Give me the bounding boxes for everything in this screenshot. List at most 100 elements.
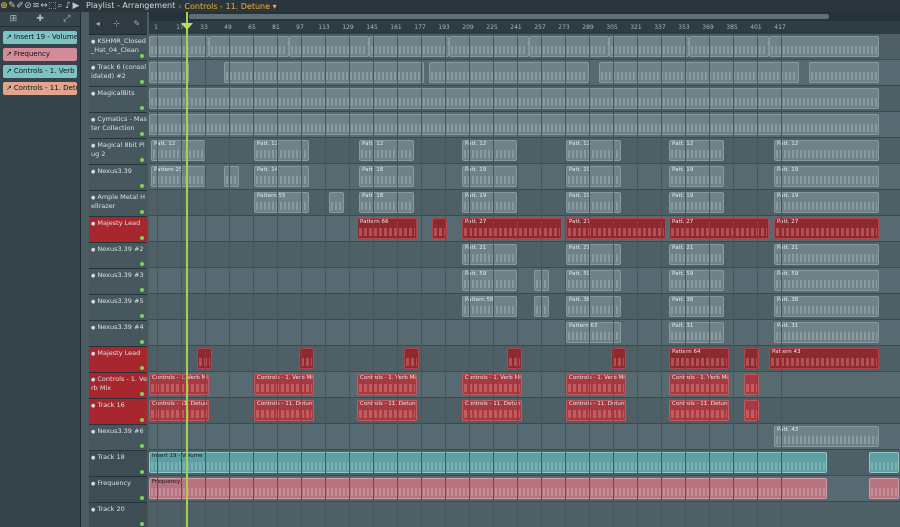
track-lane[interactable] xyxy=(149,86,900,112)
add-icon[interactable]: ✚ xyxy=(36,14,44,24)
playlist-clip[interactable]: Patt. 21 xyxy=(774,244,879,265)
playlist-clip[interactable] xyxy=(149,114,879,135)
playlist-clip[interactable]: Controls - 11. Detune xyxy=(566,400,626,421)
playlist-clip[interactable]: Patt. 12 xyxy=(359,140,414,161)
playlist-clip[interactable]: Controls - 1. Verb Mix xyxy=(254,374,314,395)
track-lane[interactable]: Pattern 66 Patt. 27 Patt. 27 Patt. 27 Patt. … xyxy=(149,216,900,242)
track-header[interactable]: Majesty Lead xyxy=(89,347,147,373)
clip-source-item[interactable]: ↗Controls - 1. Verb Mix xyxy=(3,65,77,78)
playlist-clip[interactable]: Patt. 21 xyxy=(669,244,724,265)
track-active-led[interactable] xyxy=(140,470,144,474)
track-header[interactable]: Nexus3.39 #4 xyxy=(89,321,147,347)
track-header[interactable]: Ample Metal Hellrazer xyxy=(89,191,147,217)
playlist-clip[interactable]: Patt. 31 xyxy=(774,322,879,343)
track-lane[interactable]: Patt. 59 Patt. 59 Patt. 59 Patt. 59 xyxy=(149,268,900,294)
playlist-clip[interactable]: Controls - 1. Verb Mix xyxy=(462,374,522,395)
track-header[interactable]: Nexus3.39 xyxy=(89,165,147,191)
playlist-clip[interactable]: Controls - 11. Detune xyxy=(357,400,417,421)
playlist-clip[interactable]: Controls - 11. Detune xyxy=(254,400,314,421)
track-lane[interactable]: Controls - 11. Detune Controls - 11. Detu… xyxy=(149,398,900,424)
playlist-clip[interactable]: Frequency xyxy=(149,478,827,499)
playlist-clip[interactable]: Patt. 38 xyxy=(774,296,879,317)
playlist-clip[interactable] xyxy=(149,36,209,57)
playlist-clip[interactable]: Patt. 59 xyxy=(774,270,879,291)
track-lane[interactable]: Pattern 25 Patt. 14 Patt. 18 Patt. 19 Patt. … xyxy=(149,164,900,190)
track-lane[interactable]: Frequency xyxy=(149,476,900,502)
track-active-led[interactable] xyxy=(140,132,144,136)
track-header[interactable]: Track 20 xyxy=(89,503,147,527)
playlist-clip[interactable]: Patt. 59 xyxy=(669,270,724,291)
track-header[interactable]: KSHMR_Closed_Hat_04_Clean xyxy=(89,35,147,61)
playlist-clip[interactable]: Patt. 27 xyxy=(774,218,879,239)
clip-source-item[interactable]: ↗Controls - 11. Detune xyxy=(3,82,77,95)
pencil-icon[interactable]: ✎ xyxy=(8,0,16,12)
playlist-clip[interactable]: Patt. 21 xyxy=(462,244,517,265)
track-header[interactable]: Frequency xyxy=(89,477,147,503)
track-active-led[interactable] xyxy=(140,522,144,526)
playlist-clip[interactable] xyxy=(224,62,424,83)
track-lane[interactable]: Pattern 63 Patt. 31 Patt. 31 xyxy=(149,320,900,346)
track-lane[interactable] xyxy=(149,60,900,86)
track-active-led[interactable] xyxy=(140,314,144,318)
track-active-led[interactable] xyxy=(140,158,144,162)
track-header[interactable]: Track 18 xyxy=(89,451,147,477)
playlist-clip[interactable] xyxy=(224,166,239,187)
playlist-clip[interactable]: Patt. 18 xyxy=(359,166,414,187)
playlist-clip[interactable]: Controls - 11. Detune xyxy=(149,400,209,421)
horizontal-scrollbar[interactable] xyxy=(149,12,900,21)
track-active-led[interactable] xyxy=(140,392,144,396)
track-header[interactable]: Nexus3.39 #6 xyxy=(89,425,147,451)
piano-icon[interactable]: ⊞ xyxy=(10,14,18,24)
playlist-area[interactable]: 1 17 33 49 65 81 97 113 129 145 161 177 193 209 225 241… xyxy=(149,12,900,527)
playlist-clip[interactable]: Patt. 12 xyxy=(774,140,879,161)
playlist-clip[interactable]: Insert 19 - Volume xyxy=(149,452,827,473)
playlist-clip[interactable]: Pattern 58 xyxy=(462,296,517,317)
track-active-led[interactable] xyxy=(140,418,144,422)
track-header[interactable]: Nexus3.39 #2 xyxy=(89,243,147,269)
track-active-led[interactable] xyxy=(140,236,144,240)
playlist-clip[interactable]: Patt. 19 xyxy=(774,166,879,187)
track-header[interactable]: Majesty Lead xyxy=(89,217,147,243)
track-active-led[interactable] xyxy=(140,496,144,500)
playlist-clip[interactable]: Patt. 19 xyxy=(669,166,724,187)
breadcrumb-current[interactable]: Controls - 11. Detune ▾ xyxy=(184,2,276,11)
track-lane[interactable]: Pattern 58 Patt. 38 Patt. 38 Patt. 38 xyxy=(149,294,900,320)
clip-source-item[interactable]: ↗ Frequency xyxy=(3,48,77,61)
track-lane[interactable] xyxy=(149,502,900,527)
play-icon[interactable]: ▶ xyxy=(72,0,80,12)
track-header[interactable]: Track 16 xyxy=(89,399,147,425)
playlist-clip[interactable] xyxy=(609,36,689,57)
snap-icon[interactable]: ⊹ xyxy=(113,19,120,28)
select-icon[interactable]: ⬚ xyxy=(48,0,57,12)
playlist-clip[interactable]: Patt. 27 xyxy=(566,218,666,239)
track-header[interactable]: Controls - 1. Verb Mix xyxy=(89,373,147,399)
playlist-clip[interactable] xyxy=(769,36,879,57)
playlist-clip[interactable]: Controls - 1. Verb Mix xyxy=(566,374,626,395)
playlist-clip[interactable] xyxy=(369,36,449,57)
track-lane[interactable]: Patt. 43 xyxy=(149,424,900,450)
playlist-clip[interactable]: Patt. 38 xyxy=(669,296,724,317)
track-header[interactable]: Nexus3.39 #3 xyxy=(89,269,147,295)
track-lane[interactable]: Controls - 1. Verb Mix Controls - 1. Verb… xyxy=(149,372,900,398)
track-active-led[interactable] xyxy=(140,340,144,344)
playlist-clip[interactable] xyxy=(599,62,799,83)
track-active-led[interactable] xyxy=(140,80,144,84)
track-lane[interactable] xyxy=(149,112,900,138)
playlist-clip[interactable] xyxy=(869,452,899,473)
speaker-icon[interactable]: ♪ xyxy=(64,0,72,12)
pencil-icon[interactable]: ✎ xyxy=(134,19,141,28)
brush-icon[interactable]: ✐ xyxy=(16,0,24,12)
track-lanes[interactable]: Patt. 12 Patt. 12 Patt. 12 Patt. 12 Patt. 12… xyxy=(149,34,900,527)
magnet-icon[interactable]: ⊕ xyxy=(0,0,8,12)
resize-icon[interactable]: ⤢ xyxy=(63,14,70,24)
track-header[interactable]: MagicalBits xyxy=(89,87,147,113)
track-header[interactable]: Magical 8bit Plug 2 xyxy=(89,139,147,165)
slip-icon[interactable]: ⇔ xyxy=(40,0,48,12)
playlist-clip[interactable]: Pattern 64 xyxy=(669,348,729,369)
scrollbar-thumb[interactable] xyxy=(189,14,829,19)
track-lane[interactable]: Pattern 55 Patt. 18 Patt. 19 Patt. 19 Patt. … xyxy=(149,190,900,216)
playlist-clip[interactable]: Controls - 1. Verb Mix xyxy=(149,374,209,395)
track-active-led[interactable] xyxy=(140,54,144,58)
playlist-clip[interactable]: Pattern 25 xyxy=(151,166,206,187)
delete-icon[interactable]: ⊘ xyxy=(24,0,32,12)
